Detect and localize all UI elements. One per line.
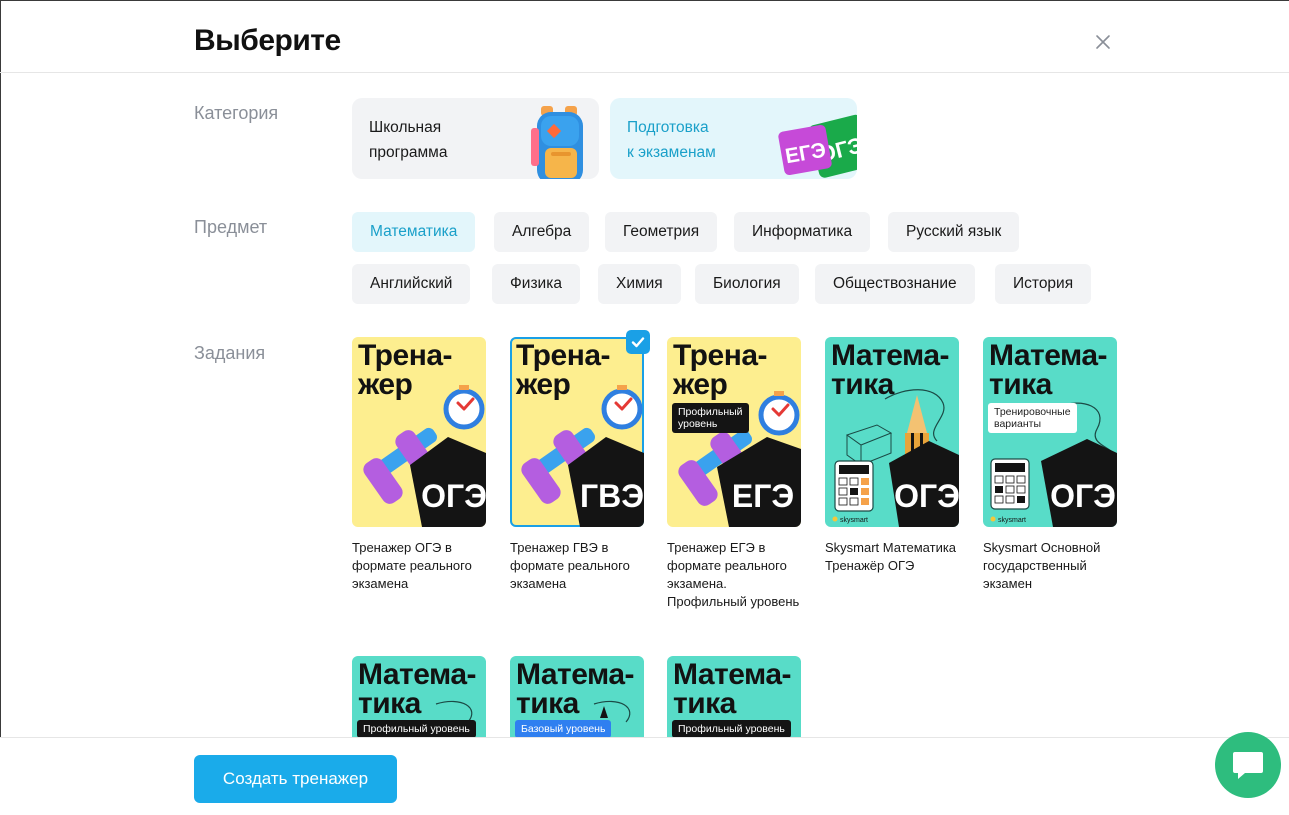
thumb-title: Матема- тика — [673, 658, 792, 720]
modal-header: Выберите — [0, 0, 1289, 73]
category-school-program[interactable]: Школьная программа — [352, 98, 599, 179]
window-left-border — [0, 0, 1, 815]
category-exam-prep[interactable]: Подготовка к экзаменам ОГЭ ЕГЭ — [610, 98, 857, 179]
subject-social-studies[interactable]: Обществознание — [815, 264, 975, 304]
task-thumbnail: ОГЭ Трена- жер — [352, 337, 486, 527]
task-thumbnail: ГВЭ Трена- жер — [510, 337, 644, 527]
subject-algebra[interactable]: Алгебра — [494, 212, 590, 252]
subject-informatics[interactable]: Информатика — [734, 212, 871, 252]
task-card-skysmart-ogu[interactable]: ОГЭ skysmart Матема- тика Skysmart Матем… — [825, 337, 959, 575]
task-card-ogu-trainer[interactable]: ОГЭ Трена- жер Тренажер ОГЭ в формате ре… — [352, 337, 486, 593]
thumb-title: Матема- тика — [358, 658, 477, 720]
brand-text: skysmart — [998, 517, 1026, 524]
selected-check-icon — [626, 330, 650, 354]
thumb-title: Трена- жер — [516, 339, 611, 401]
task-caption: Тренажер ГВЭ в формате реального экзамен… — [510, 540, 630, 591]
subject-history[interactable]: История — [995, 264, 1092, 304]
chat-button[interactable] — [1215, 732, 1281, 798]
task-caption: Skysmart Основной государственный экзаме… — [983, 540, 1101, 591]
task-caption: Тренажер ЕГЭ в формате реального экзамен… — [667, 540, 800, 609]
badge-text: ОГЭ — [1050, 478, 1116, 514]
badge-text: ОГЭ — [894, 478, 959, 514]
thumb-title: Матема- тика — [831, 339, 950, 401]
level-tag: Базовый уровень — [515, 720, 612, 738]
task-card-ege-trainer[interactable]: ЕГЭ Трена- жер Профильный уровень Тренаж… — [667, 337, 801, 611]
thumb-title: Трена- жер — [673, 339, 768, 401]
subject-chemistry[interactable]: Химия — [598, 264, 681, 304]
subject-physics[interactable]: Физика — [492, 264, 580, 304]
badge-text: ЕГЭ — [732, 478, 794, 514]
modal-title: Выберите — [194, 24, 341, 57]
category-label: Категория — [194, 103, 279, 123]
brand-text: skysmart — [840, 517, 868, 524]
subject-label: Предмет — [194, 217, 268, 237]
task-caption: Тренажер ОГЭ в формате реального экзамен… — [352, 540, 472, 591]
task-thumbnail: ОГЭ skysmart Матема- тика Тренировочные … — [983, 337, 1117, 527]
level-tag: Профильный уровень — [672, 403, 749, 433]
badge-text: ОГЭ — [421, 478, 486, 514]
close-icon — [1096, 35, 1110, 49]
subject-russian[interactable]: Русский язык — [888, 212, 1020, 252]
task-thumbnail: ЕГЭ Трена- жер Профильный уровень — [667, 337, 801, 527]
modal-footer: Создать тренажер — [0, 737, 1289, 815]
task-caption: Skysmart Математика Тренажёр ОГЭ — [825, 540, 957, 573]
subject-english[interactable]: Английский — [352, 264, 471, 304]
thumb-title: Трена- жер — [358, 339, 453, 401]
level-tag: Профильный уровень — [357, 720, 476, 738]
level-tag: Тренировочные варианты — [988, 403, 1077, 433]
thumb-title: Матема- тика — [516, 658, 635, 720]
tasks-label: Задания — [194, 343, 266, 363]
chat-icon — [1233, 752, 1263, 779]
close-button[interactable] — [1088, 27, 1118, 57]
task-thumbnail: ОГЭ skysmart Матема- тика — [825, 337, 959, 527]
exam-stickers-icon: ОГЭ ЕГЭ — [778, 114, 857, 178]
subject-math[interactable]: Математика — [352, 212, 476, 252]
task-card-gve-trainer[interactable]: ГВЭ Трена- жер Тренажер ГВЭ в формате ре… — [510, 330, 650, 593]
backpack-icon — [531, 106, 583, 179]
create-trainer-button[interactable]: Создать тренажер — [194, 755, 397, 803]
badge-text: ГВЭ — [580, 478, 644, 514]
subject-biology[interactable]: Биология — [695, 264, 799, 304]
thumb-title: Матема- тика — [989, 339, 1108, 401]
subject-geometry[interactable]: Геометрия — [605, 212, 718, 252]
task-card-skysmart-basic-exam[interactable]: ОГЭ skysmart Матема- тика Тренировочные … — [983, 337, 1117, 593]
level-tag: Профильный уровень — [672, 720, 791, 738]
